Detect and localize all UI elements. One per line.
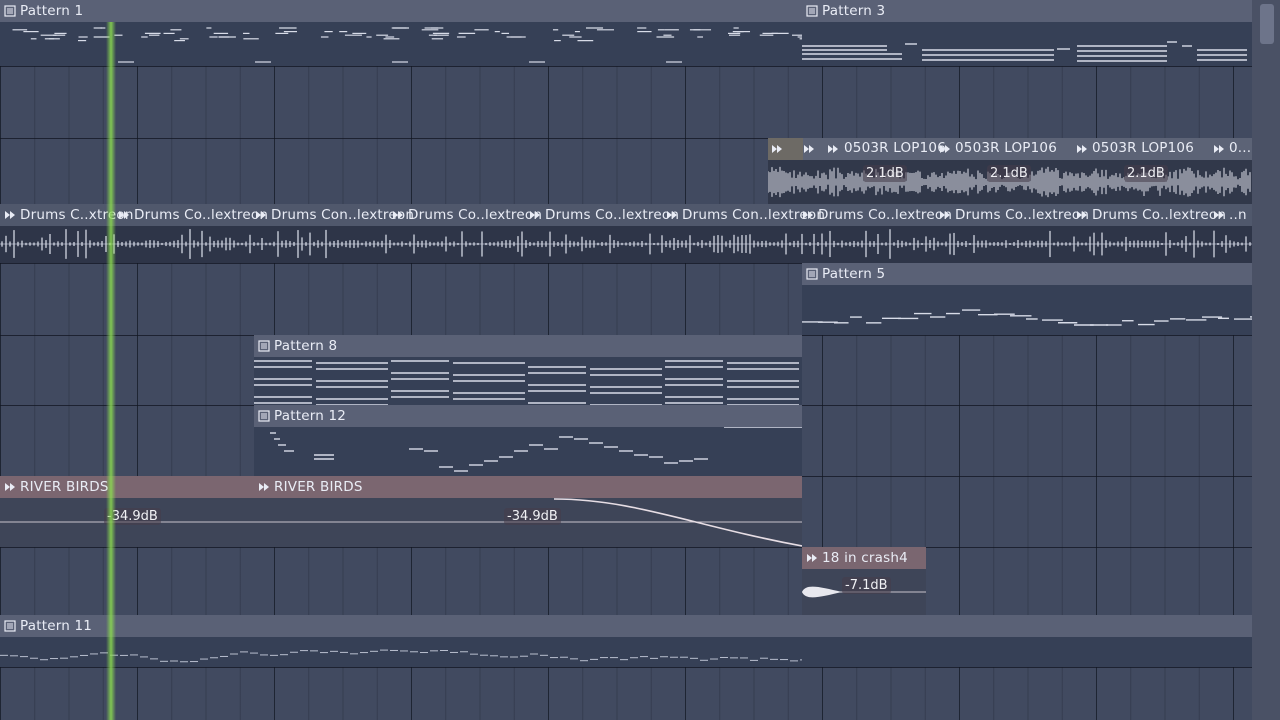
audio-clip-icon <box>806 552 818 564</box>
drums-segment-label: Drums Co..lextreon <box>939 207 1089 223</box>
note-preview <box>802 285 1252 335</box>
pattern-icon <box>806 5 818 17</box>
clip-pattern-8[interactable]: Pattern 8 <box>254 335 802 405</box>
clip-title: Pattern 5 <box>822 266 886 282</box>
volume-label: 2.1dB <box>987 165 1031 182</box>
audio-clip-icon <box>119 211 129 219</box>
drums-segment-label: Drums Con..lextreon <box>255 207 414 223</box>
audio-clip-icon <box>4 481 16 493</box>
clip-title: RIVER BIRDS <box>274 479 363 495</box>
audio-waveform: -7.1dB <box>802 569 926 615</box>
note-preview <box>254 357 802 405</box>
playlist-area[interactable]: Pattern 1 Pattern 3 0503R LOP106 0503R L… <box>0 0 1252 720</box>
clip-river-birds[interactable]: RIVER BIRDS -34.9dB <box>254 476 802 547</box>
clip-pattern-11[interactable]: Pattern 11 <box>0 615 1252 667</box>
clip-title: Pattern 1 <box>20 3 84 19</box>
drums-segment-label: Drums Co..lextreon <box>529 207 679 223</box>
clip-title: 18 in crash4 <box>822 550 908 566</box>
clip-drums[interactable]: Drums C..xtreon Drums Co..lextreon Drums C… <box>0 204 1252 263</box>
audio-clip-icon <box>393 211 403 219</box>
clip-title: 0503R LOP106 <box>1092 140 1195 156</box>
audio-clip-icon <box>1077 211 1087 219</box>
audio-clip-icon <box>667 211 677 219</box>
note-preview <box>0 637 1252 667</box>
pattern-icon <box>258 340 270 352</box>
note-preview <box>802 22 1252 66</box>
clip-title: Pattern 3 <box>822 3 886 19</box>
drums-segment-label: Drums Co..lextreon <box>802 207 952 223</box>
note-preview <box>254 427 802 476</box>
clip-title: 0503R LOP106 <box>955 140 1058 156</box>
clip-title: Pattern 11 <box>20 618 93 634</box>
drums-segment-label: Drums Co..lextreon <box>1076 207 1226 223</box>
track-separator <box>0 547 1252 548</box>
pattern-icon <box>4 620 16 632</box>
audio-clip-icon <box>1214 211 1224 219</box>
clip-title: Pattern 12 <box>274 408 347 424</box>
track-separator <box>0 66 1252 67</box>
clip-pattern-12[interactable]: Pattern 12 <box>254 405 802 476</box>
clip-crash[interactable]: 18 in crash4 -7.1dB <box>802 547 926 615</box>
audio-clip-icon <box>940 211 950 219</box>
volume-envelope: -34.9dB <box>0 498 254 547</box>
clip-title: 0... <box>1229 140 1252 156</box>
audio-clip-icon <box>803 211 813 219</box>
drums-segment-label: Drums Co..lextreon <box>392 207 542 223</box>
clip-title: Pattern 8 <box>274 338 338 354</box>
clip-title: RIVER BIRDS <box>20 479 109 495</box>
audio-clip-icon <box>256 211 266 219</box>
volume-label: -34.9dB <box>504 508 561 525</box>
scrollbar-thumb[interactable] <box>1260 4 1274 44</box>
pattern-icon <box>4 5 16 17</box>
audio-clip-icon <box>258 481 270 493</box>
pattern-icon <box>806 268 818 280</box>
vertical-scrollbar[interactable] <box>1252 0 1280 720</box>
drums-segment-label: ..n <box>1213 207 1247 223</box>
clip-audio-loop[interactable]: 0503R LOP106 0503R LOP106 0503R LOP106 0… <box>768 138 1252 204</box>
clip-river-birds[interactable]: RIVER BIRDS -34.9dB <box>0 476 254 547</box>
audio-clip-icon <box>530 211 540 219</box>
clip-pattern-1[interactable]: Pattern 1 <box>0 0 802 66</box>
playhead[interactable] <box>106 22 116 720</box>
audio-clip-icon <box>5 211 15 219</box>
pattern-icon <box>258 410 270 422</box>
note-preview <box>0 22 802 66</box>
audio-waveform: 2.1dB 2.1dB 2.1dB <box>768 160 1252 204</box>
volume-label: 2.1dB <box>863 165 907 182</box>
track-separator <box>0 667 1252 668</box>
audio-waveform <box>0 226 1252 263</box>
volume-label: 2.1dB <box>1124 165 1168 182</box>
clip-title: 0503R LOP106 <box>844 140 947 156</box>
volume-envelope: -34.9dB <box>254 498 802 547</box>
clip-pattern-5[interactable]: Pattern 5 <box>802 263 1252 335</box>
volume-label: -7.1dB <box>842 577 891 594</box>
clip-pattern-3[interactable]: Pattern 3 <box>802 0 1252 66</box>
drums-segment-label: Drums Co..lextreon <box>118 207 268 223</box>
